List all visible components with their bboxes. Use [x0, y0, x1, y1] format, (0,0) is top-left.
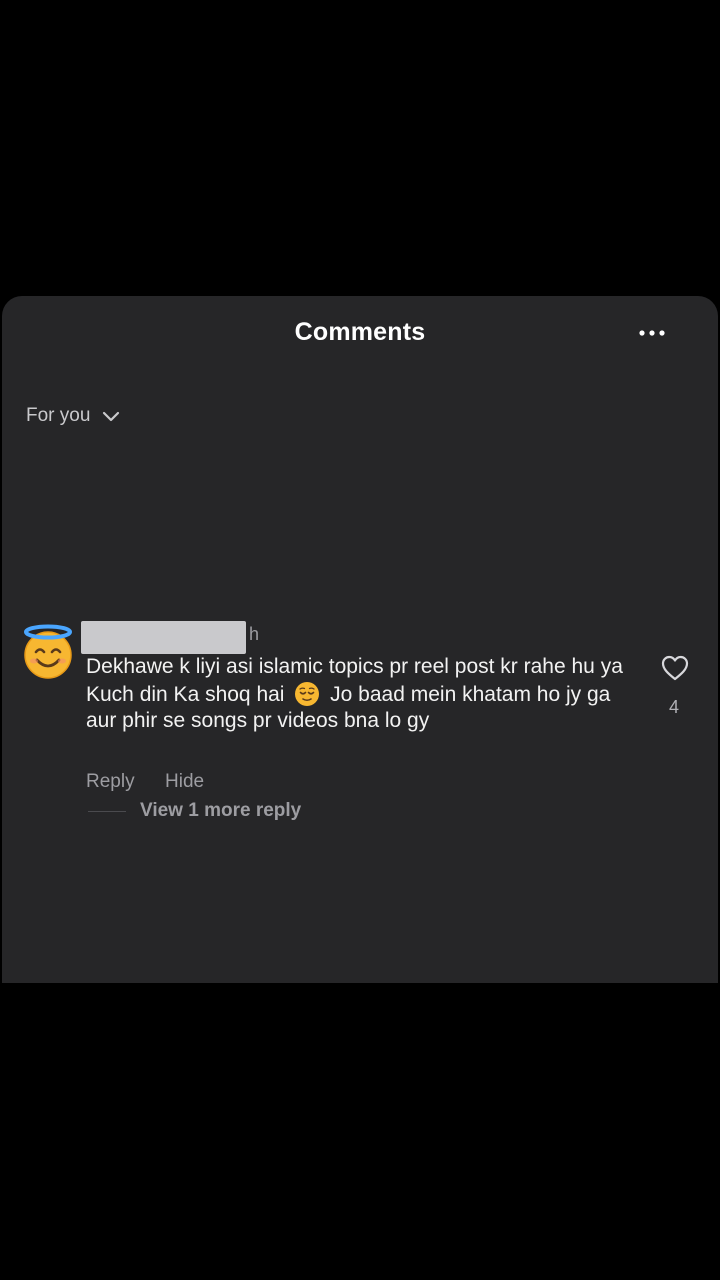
comment-timestamp: h	[249, 624, 260, 644]
heart-outline-icon	[661, 655, 689, 681]
sort-filter-dropdown[interactable]: For you	[26, 405, 120, 427]
hide-button[interactable]: Hide	[165, 771, 204, 793]
thread-divider	[88, 811, 126, 812]
relieved-face-emoji	[294, 681, 320, 707]
smiling-face-with-halo-emoji	[24, 624, 72, 679]
sort-filter-label: For you	[26, 405, 91, 426]
reply-button[interactable]: Reply	[86, 771, 135, 793]
like-button[interactable]	[660, 654, 690, 682]
username-redacted[interactable]	[81, 621, 246, 654]
more-options-button[interactable]	[634, 320, 670, 346]
view-more-replies-button[interactable]: View 1 more reply	[140, 800, 301, 822]
avatar[interactable]	[20, 624, 76, 680]
comment-text: Dekhawe k liyi asi islamic topics pr ree…	[86, 654, 646, 735]
comments-title: Comments	[294, 318, 426, 346]
like-count: 4	[668, 697, 679, 717]
chevron-down-icon	[103, 411, 120, 422]
more-horizontal-icon	[639, 330, 665, 336]
